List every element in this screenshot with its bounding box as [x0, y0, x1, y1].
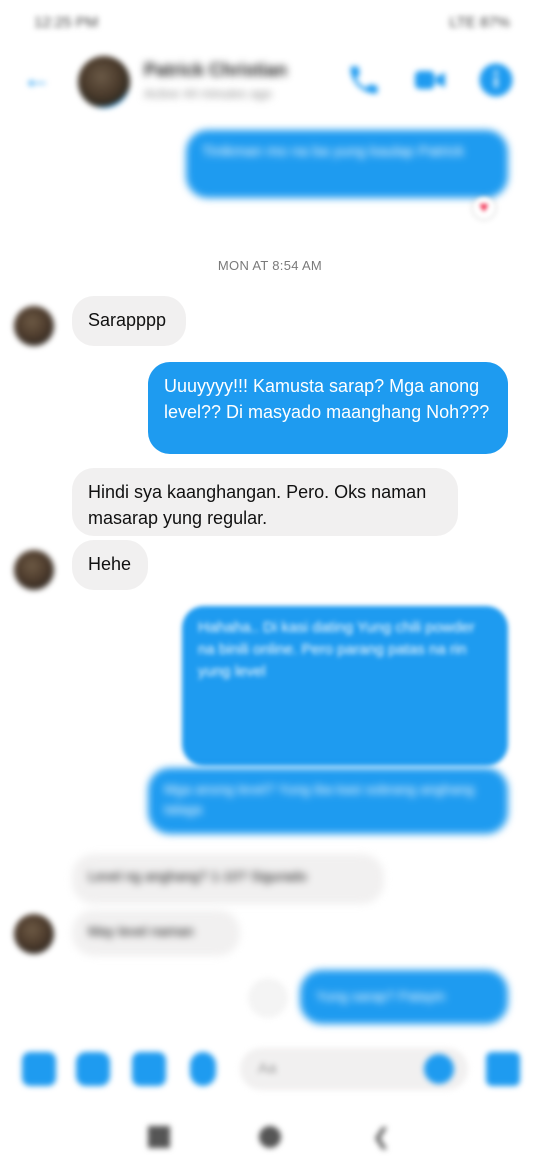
microphone-icon[interactable] [190, 1052, 216, 1086]
message-outgoing[interactable]: Tinikman mo na ba yung kaulap Patrick [186, 130, 508, 198]
message-incoming[interactable]: May level naman [72, 910, 240, 956]
status-bar: 12:25 PM LTE 87% [0, 0, 540, 48]
chat-header: ← Patrick Christian Active 44 minutes ag… [0, 48, 540, 118]
home-icon[interactable] [259, 1126, 281, 1148]
contact-avatar[interactable] [78, 56, 130, 108]
back-nav-icon[interactable]: ❮ [372, 1126, 390, 1148]
status-indicators: LTE 87% [449, 14, 510, 31]
camera-icon[interactable] [76, 1052, 110, 1086]
contact-avatar-small[interactable] [14, 914, 54, 954]
heart-reaction-icon[interactable]: ♥ [473, 197, 495, 219]
apps-grid-icon[interactable] [22, 1052, 56, 1086]
emoji-icon[interactable] [424, 1054, 454, 1084]
gallery-icon[interactable] [132, 1052, 166, 1086]
message-timestamp: MON AT 8:54 AM [217, 258, 323, 273]
message-outgoing[interactable]: Yung sarap? Patayin [300, 970, 508, 1024]
contact-name[interactable]: Patrick Christian [144, 60, 287, 81]
message-toolbar: Aa [0, 1040, 540, 1102]
message-outgoing[interactable]: Mga anong level? Yung iba kasi sobrang a… [148, 768, 508, 834]
quick-reply-button[interactable] [248, 978, 288, 1018]
message-outgoing[interactable]: Hahaha.. Di kasi dating Yung chili powde… [182, 606, 508, 766]
system-navigation-bar: ❮ [0, 1102, 540, 1170]
recent-apps-icon[interactable] [148, 1126, 170, 1148]
message-input-placeholder: Aa [258, 1060, 277, 1077]
contact-avatar-small[interactable] [14, 550, 54, 590]
info-icon[interactable] [478, 62, 514, 98]
phone-call-icon[interactable] [346, 62, 382, 98]
back-arrow-icon[interactable]: ← [20, 62, 54, 96]
video-call-icon[interactable] [412, 62, 448, 98]
message-outgoing[interactable]: Uuuyyyy!!! Kamusta sarap? Mga anong leve… [148, 362, 508, 454]
message-incoming[interactable]: Sarapppp [72, 296, 186, 346]
message-incoming[interactable]: Hindi sya kaanghangan. Pero. Oks naman m… [72, 468, 458, 536]
message-incoming[interactable]: Level ng anghang? 1-10? Sigurado [72, 854, 384, 904]
status-time: 12:25 PM [34, 14, 99, 31]
contact-avatar-small[interactable] [14, 306, 54, 346]
contact-status: Active 44 minutes ago [144, 86, 272, 101]
message-incoming[interactable]: Hehe [72, 540, 148, 590]
thumbs-up-icon[interactable] [486, 1052, 520, 1086]
